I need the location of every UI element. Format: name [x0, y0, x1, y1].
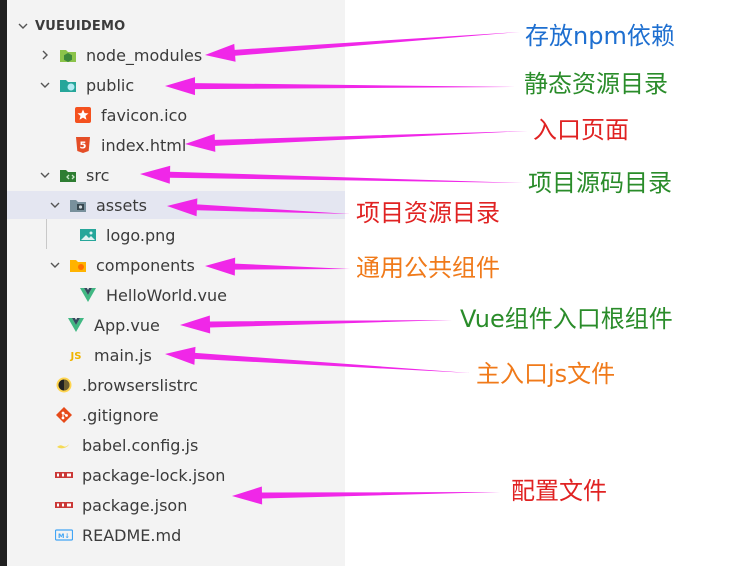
tree-item-helloworld-vue[interactable]: HelloWorld.vue [7, 281, 345, 309]
tree-item-label: src [86, 165, 110, 185]
svg-text:JS: JS [70, 351, 82, 362]
tree-item-label: main.js [94, 345, 152, 365]
tree-item-src[interactable]: src [7, 161, 345, 189]
explorer-root-label: VUEUIDEMO [35, 18, 126, 34]
annotation-src-dir: 项目源码目录 [528, 169, 672, 197]
tree-item-favicon[interactable]: favicon.ico [7, 101, 345, 129]
tree-item-gitignore[interactable]: .gitignore [7, 401, 345, 429]
chevron-down-icon [15, 12, 31, 40]
svg-text:M↓: M↓ [58, 532, 70, 540]
svg-text:5: 5 [80, 141, 87, 152]
tree-item-babel-config[interactable]: babel.config.js [7, 431, 345, 459]
vue-icon [77, 284, 99, 306]
npm-icon [53, 464, 75, 486]
tree-item-label: .gitignore [82, 405, 159, 425]
tree-item-app-vue[interactable]: App.vue [7, 311, 345, 339]
image-icon [77, 224, 99, 246]
annotation-main-js: 主入口js文件 [476, 360, 616, 388]
js-icon: JS [65, 344, 87, 366]
chevron-right-icon [37, 41, 53, 69]
tree-item-label: public [86, 75, 135, 95]
tree-item-label: package-lock.json [82, 465, 226, 485]
annotation-components: 通用公共组件 [356, 254, 500, 282]
tree-item-public[interactable]: public [7, 71, 345, 99]
tree-item-index-html[interactable]: 5 index.html [7, 131, 345, 159]
tree-item-label: README.md [82, 525, 182, 545]
chevron-down-icon [47, 191, 63, 219]
favicon-icon [72, 104, 94, 126]
npm-icon [53, 494, 75, 516]
tree-item-label: components [96, 255, 195, 275]
tree-item-browserslistrc[interactable]: .browserslistrc [7, 371, 345, 399]
tree-item-label: HelloWorld.vue [106, 285, 227, 305]
src-folder-icon [57, 164, 79, 186]
annotation-assets-dir: 项目资源目录 [356, 199, 500, 227]
markdown-icon: M↓ [53, 524, 75, 546]
tree-item-label: babel.config.js [82, 435, 199, 455]
tree-item-package-lock-json[interactable]: package-lock.json [7, 461, 345, 489]
annotation-app-vue: Vue组件入口根组件 [460, 305, 673, 333]
public-folder-icon [57, 74, 79, 96]
tree-item-label: .browserslistrc [82, 375, 198, 395]
chevron-down-icon [37, 71, 53, 99]
annotation-config-files: 配置文件 [511, 477, 607, 505]
tree-item-node-modules[interactable]: node_modules [7, 41, 345, 69]
git-icon [53, 404, 75, 426]
chevron-down-icon [47, 251, 63, 279]
tree-item-label: index.html [101, 135, 187, 155]
vue-icon [65, 314, 87, 336]
annotation-entry-page: 入口页面 [533, 116, 629, 144]
tree-item-label: node_modules [86, 45, 203, 65]
activity-bar-edge [0, 0, 7, 566]
tree-item-readme[interactable]: M↓ README.md [7, 521, 345, 549]
babel-icon [53, 434, 75, 456]
node-modules-folder-icon [57, 44, 79, 66]
browserslist-icon [53, 374, 75, 396]
html5-icon: 5 [72, 134, 94, 156]
components-folder-icon [67, 254, 89, 276]
annotation-npm-deps: 存放npm依赖 [525, 22, 675, 50]
assets-folder-icon [67, 194, 89, 216]
tree-item-package-json[interactable]: package.json [7, 491, 345, 519]
annotation-static-dir: 静态资源目录 [524, 70, 668, 98]
tree-item-label: App.vue [94, 315, 160, 335]
tree-item-label: logo.png [106, 225, 176, 245]
tree-item-label: assets [96, 195, 147, 215]
explorer-root-header[interactable]: VUEUIDEMO [7, 12, 345, 40]
tree-item-logo-png[interactable]: logo.png [7, 221, 345, 249]
tree-item-label: favicon.ico [101, 105, 188, 125]
tree-item-label: package.json [82, 495, 188, 515]
chevron-down-icon [37, 161, 53, 189]
tree-item-main-js[interactable]: JS main.js [7, 341, 345, 369]
tree-item-assets[interactable]: assets [7, 191, 345, 219]
tree-item-components[interactable]: components [7, 251, 345, 279]
